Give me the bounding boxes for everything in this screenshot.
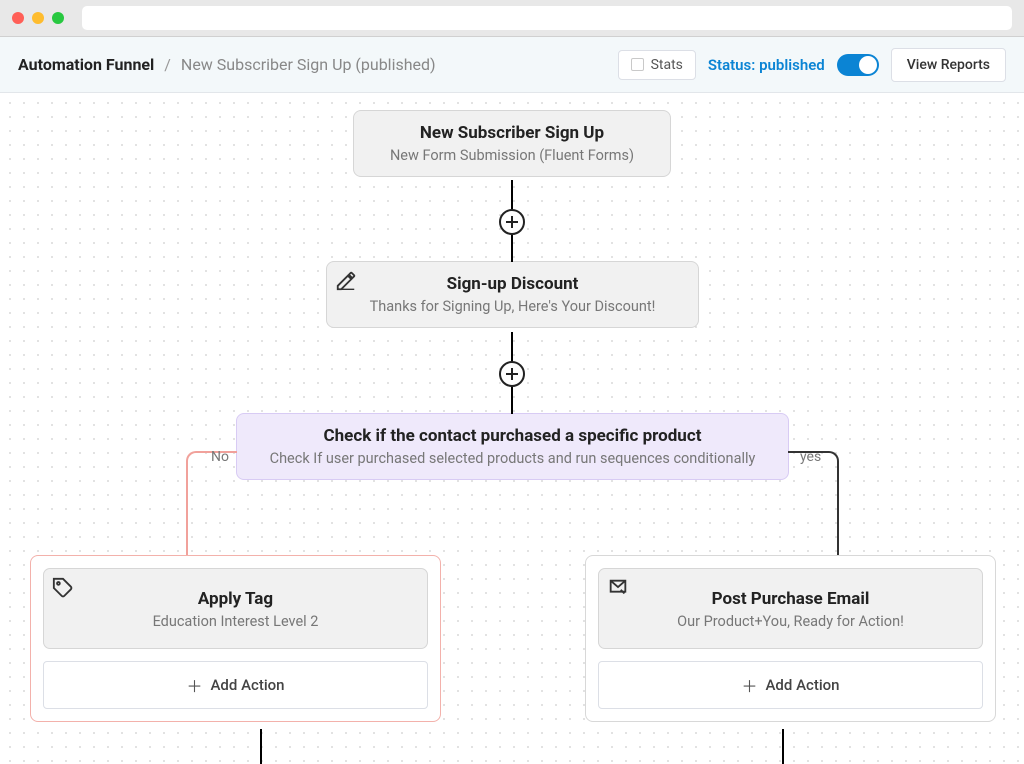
breadcrumb-separator: /	[164, 55, 171, 74]
trigger-node[interactable]: New Subscriber Sign Up New Form Submissi…	[353, 110, 671, 177]
status-toggle[interactable]	[837, 54, 879, 76]
stats-checkbox[interactable]	[631, 58, 644, 71]
node-subtitle: New Form Submission (Fluent Forms)	[370, 147, 654, 164]
plus-icon: ＋	[186, 673, 202, 697]
plus-icon: ＋	[741, 673, 757, 697]
branch-yes-label: yes	[800, 449, 821, 465]
minimize-window-button[interactable]	[32, 12, 44, 24]
node-title: New Subscriber Sign Up	[370, 123, 654, 143]
branch-yes-connector	[788, 451, 839, 557]
breadcrumb-root[interactable]: Automation Funnel	[18, 55, 154, 74]
breadcrumb: Automation Funnel / New Subscriber Sign …	[18, 55, 436, 74]
node-subtitle: Thanks for Signing Up, Here's Your Disco…	[343, 298, 682, 315]
tag-icon	[52, 577, 74, 599]
branch-no-connector	[186, 451, 237, 557]
add-action-label: Add Action	[765, 676, 839, 694]
node-title: Check if the contact purchased a specifi…	[253, 426, 772, 446]
apply-tag-node[interactable]: Apply Tag Education Interest Level 2	[43, 568, 428, 649]
add-action-button[interactable]: ＋ Add Action	[598, 661, 983, 709]
stats-label: Stats	[651, 57, 683, 73]
node-title: Sign-up Discount	[343, 274, 682, 294]
node-subtitle: Check If user purchased selected product…	[253, 450, 772, 467]
url-bar[interactable]	[82, 6, 1012, 30]
traffic-lights	[12, 12, 64, 24]
node-title: Apply Tag	[56, 589, 415, 609]
connector-line	[511, 234, 513, 262]
add-action-label: Add Action	[210, 676, 284, 694]
email-step-node[interactable]: Sign-up Discount Thanks for Signing Up, …	[326, 261, 699, 328]
branch-yes-card: Post Purchase Email Our Product+You, Rea…	[585, 555, 996, 722]
node-title: Post Purchase Email	[611, 589, 970, 609]
view-reports-button[interactable]: View Reports	[891, 48, 1006, 82]
connector-line	[511, 386, 513, 414]
add-action-button[interactable]: ＋ Add Action	[43, 661, 428, 709]
stats-button[interactable]: Stats	[618, 50, 696, 80]
connector-line	[511, 180, 513, 210]
add-step-button[interactable]	[499, 209, 525, 235]
post-purchase-email-node[interactable]: Post Purchase Email Our Product+You, Rea…	[598, 568, 983, 649]
add-step-button[interactable]	[499, 361, 525, 387]
topbar-actions: Stats Status: published View Reports	[618, 48, 1006, 82]
branch-no-card: Apply Tag Education Interest Level 2 ＋ A…	[30, 555, 441, 722]
topbar: Automation Funnel / New Subscriber Sign …	[0, 37, 1024, 93]
breadcrumb-current: New Subscriber Sign Up (published)	[181, 55, 436, 74]
connector-line	[782, 729, 784, 764]
status-label: Status: published	[708, 56, 825, 74]
node-subtitle: Our Product+You, Ready for Action!	[611, 613, 970, 630]
branch-no-label: No	[211, 449, 229, 465]
connector-line	[260, 729, 262, 764]
email-edit-icon	[607, 577, 629, 599]
connector-line	[511, 332, 513, 362]
window-chrome	[0, 0, 1024, 37]
edit-icon	[335, 270, 357, 292]
close-window-button[interactable]	[12, 12, 24, 24]
condition-node[interactable]: Check if the contact purchased a specifi…	[236, 413, 789, 480]
automation-canvas[interactable]: New Subscriber Sign Up New Form Submissi…	[0, 93, 1024, 764]
node-subtitle: Education Interest Level 2	[56, 613, 415, 630]
maximize-window-button[interactable]	[52, 12, 64, 24]
